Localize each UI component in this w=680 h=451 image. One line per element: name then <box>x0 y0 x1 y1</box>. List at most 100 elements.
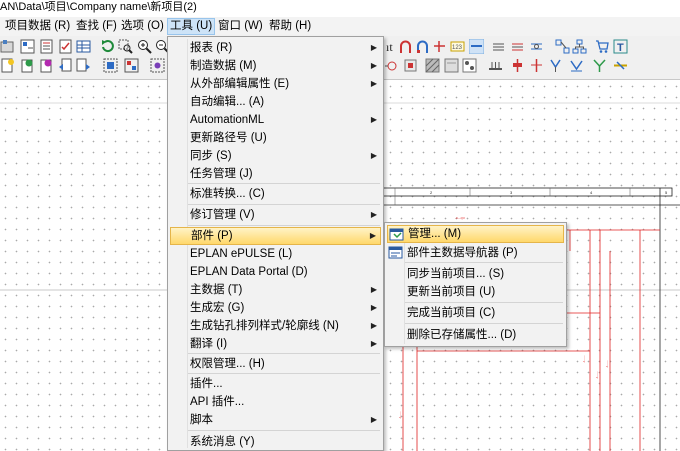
wire-color-icon[interactable] <box>510 39 525 54</box>
menu-separator <box>188 183 380 184</box>
zoom-in-icon[interactable] <box>137 39 152 54</box>
submenu-item-parts-management[interactable]: 管理... (M) <box>387 225 564 243</box>
menu-item-label: 主数据 (T) <box>190 284 243 296</box>
macro-icon[interactable] <box>103 58 118 73</box>
submenu-item-label: 部件主数据导航器 (P) <box>407 247 518 259</box>
new-page-icon[interactable] <box>0 58 15 73</box>
menu-item-revision-management[interactable]: 修订管理 (V) ▶ <box>170 206 381 224</box>
menu-item-sync[interactable]: 同步 (S) ▶ <box>170 147 381 165</box>
cable-active-icon[interactable] <box>469 39 484 54</box>
menu-item-generate-macros[interactable]: 生成宏 (G) ▶ <box>170 299 381 317</box>
checklist-icon[interactable] <box>58 39 73 54</box>
column-number: 2 <box>430 190 433 195</box>
submenu-item-sync-current-project[interactable]: 同步当前项目... (S) <box>387 265 564 283</box>
page-forward-icon[interactable] <box>76 58 91 73</box>
menu-item-auto-edit[interactable]: 自动编辑... (A) <box>170 93 381 111</box>
submenu-item-delete-stored-properties[interactable]: 删除已存储属性... (D) <box>387 326 564 344</box>
refresh-icon[interactable] <box>100 39 115 54</box>
page-list-icon[interactable] <box>39 39 54 54</box>
black-box-icon[interactable] <box>462 58 477 73</box>
menu-item-access-management[interactable]: 权限管理... (H) <box>170 355 381 373</box>
submenu-item-label: 完成当前项目 (C) <box>407 307 496 319</box>
menu-item-eplan-epulse[interactable]: EPLAN ePULSE (L) <box>170 245 381 263</box>
menu-options[interactable]: 选项 (O) <box>119 18 166 35</box>
submenu-item-parts-master-data-navigator[interactable]: 部件主数据导航器 (P) <box>387 244 564 262</box>
menu-item-label: 报表 (R) <box>190 42 233 54</box>
angle-connection-icon[interactable] <box>569 58 584 73</box>
submenu-arrow-icon: ▶ <box>370 285 377 294</box>
column-number: 3 <box>510 190 513 195</box>
submenu-item-complete-current-project[interactable]: 完成当前项目 (C) <box>387 304 564 322</box>
plug-icon[interactable] <box>510 58 525 73</box>
menu-item-update-path-numbers[interactable]: 更新路径号 (U) <box>170 129 381 147</box>
connection-icon[interactable] <box>432 39 447 54</box>
submenu-arrow-icon: ▶ <box>370 61 377 70</box>
menu-tools[interactable]: 工具 (U) <box>167 18 216 35</box>
symbol-macro-icon[interactable] <box>150 58 165 73</box>
text-frame-icon[interactable]: T <box>613 39 628 54</box>
menu-separator <box>188 353 380 354</box>
menu-item-automationml[interactable]: AutomationML ▶ <box>170 111 381 129</box>
menu-item-scripts[interactable]: 脚本 ▶ <box>170 411 381 429</box>
page-magenta-icon[interactable] <box>39 58 54 73</box>
wire-bundle-icon[interactable] <box>491 39 506 54</box>
submenu-arrow-icon: ▶ <box>370 151 377 160</box>
menu-item-label: 生成钻孔排列样式/轮廓线 (N) <box>190 320 339 332</box>
open-icon[interactable] <box>0 39 15 54</box>
table-icon[interactable] <box>76 39 91 54</box>
submenu-item-update-current-project[interactable]: 更新当前项目 (U) <box>387 283 564 301</box>
interruption-point-icon[interactable] <box>548 58 563 73</box>
device-icon[interactable] <box>403 58 418 73</box>
menu-separator <box>188 430 380 431</box>
svg-text:T: T <box>617 42 624 54</box>
potential-icon[interactable] <box>529 58 544 73</box>
hierarchy-icon[interactable] <box>572 39 587 54</box>
tools-menu: 报表 (R) ▶ 制造数据 (M) ▶ 从外部编辑属性 (E) ▶ 自动编辑... (A) A… <box>167 36 384 451</box>
menu-item-master-data[interactable]: 主数据 (T) ▶ <box>170 281 381 299</box>
menu-item-api-plugins[interactable]: API 插件... <box>170 393 381 411</box>
submenu-item-label: 同步当前项目... (S) <box>407 268 505 280</box>
page-color-icon[interactable] <box>20 58 35 73</box>
t-node-icon[interactable] <box>592 58 607 73</box>
arc-icon[interactable] <box>398 39 413 54</box>
menu-separator <box>405 262 563 263</box>
menu-item-label: 生成宏 (G) <box>190 302 245 314</box>
menu-item-standard-conversion[interactable]: 标准转换... (C) <box>170 185 381 203</box>
insert-component-icon[interactable] <box>384 58 399 73</box>
terminal-strip-icon[interactable] <box>488 58 503 73</box>
menu-item-parts[interactable]: 部件 (P) ▶ <box>170 227 381 245</box>
menu-item-edit-properties-externally[interactable]: 从外部编辑属性 (E) ▶ <box>170 75 381 93</box>
menu-find[interactable]: 查找 (F) <box>74 18 119 35</box>
menu-item-task-management[interactable]: 任务管理 (J) <box>170 165 381 183</box>
menu-item-manufacturing-data[interactable]: 制造数据 (M) ▶ <box>170 57 381 75</box>
submenu-arrow-icon: ▶ <box>370 210 377 219</box>
page-navigator-icon[interactable] <box>20 39 35 54</box>
cross-connection-icon[interactable] <box>613 58 628 73</box>
menu-item-translate[interactable]: 翻译 (I) ▶ <box>170 335 381 353</box>
menu-project-data[interactable]: 项目数据 (R) <box>3 18 72 35</box>
plc-structure-icon[interactable] <box>555 39 570 54</box>
shield-wire-icon[interactable] <box>529 39 544 54</box>
menu-item-system-messages[interactable]: 系统消息 (Y) <box>170 433 381 451</box>
menu-item-reports[interactable]: 报表 (R) ▶ <box>170 39 381 57</box>
menu-item-label: 同步 (S) <box>190 150 232 162</box>
insert-window-macro-icon[interactable] <box>124 58 139 73</box>
parts-management-icon <box>389 228 404 241</box>
menu-help[interactable]: 帮助 (H) <box>267 18 313 35</box>
magnet-icon[interactable] <box>415 39 430 54</box>
placeholder-icon[interactable] <box>444 58 459 73</box>
menu-item-eplan-data-portal[interactable]: EPLAN Data Portal (D) <box>170 263 381 281</box>
menu-bar: 项目数据 (R) 查找 (F) 选项 (O) 工具 (U) 窗口 (W) 帮助 … <box>0 17 680 36</box>
page-back-icon[interactable] <box>58 58 73 73</box>
hatch-icon[interactable] <box>425 58 440 73</box>
menu-item-plugins[interactable]: 插件... <box>170 375 381 393</box>
zoom-window-icon[interactable] <box>118 39 133 54</box>
submenu-arrow-icon: ▶ <box>370 79 377 88</box>
menu-item-label: 部件 (P) <box>191 230 233 242</box>
menu-window[interactable]: 窗口 (W) <box>216 18 265 35</box>
menu-item-label: EPLAN Data Portal (D) <box>190 266 308 278</box>
text-icon[interactable]: ıt <box>384 39 399 54</box>
cart-icon[interactable] <box>595 39 610 54</box>
menu-item-generate-drilling-pattern[interactable]: 生成钻孔排列样式/轮廓线 (N) ▶ <box>170 317 381 335</box>
terminal-icon[interactable]: 123 <box>450 39 465 54</box>
